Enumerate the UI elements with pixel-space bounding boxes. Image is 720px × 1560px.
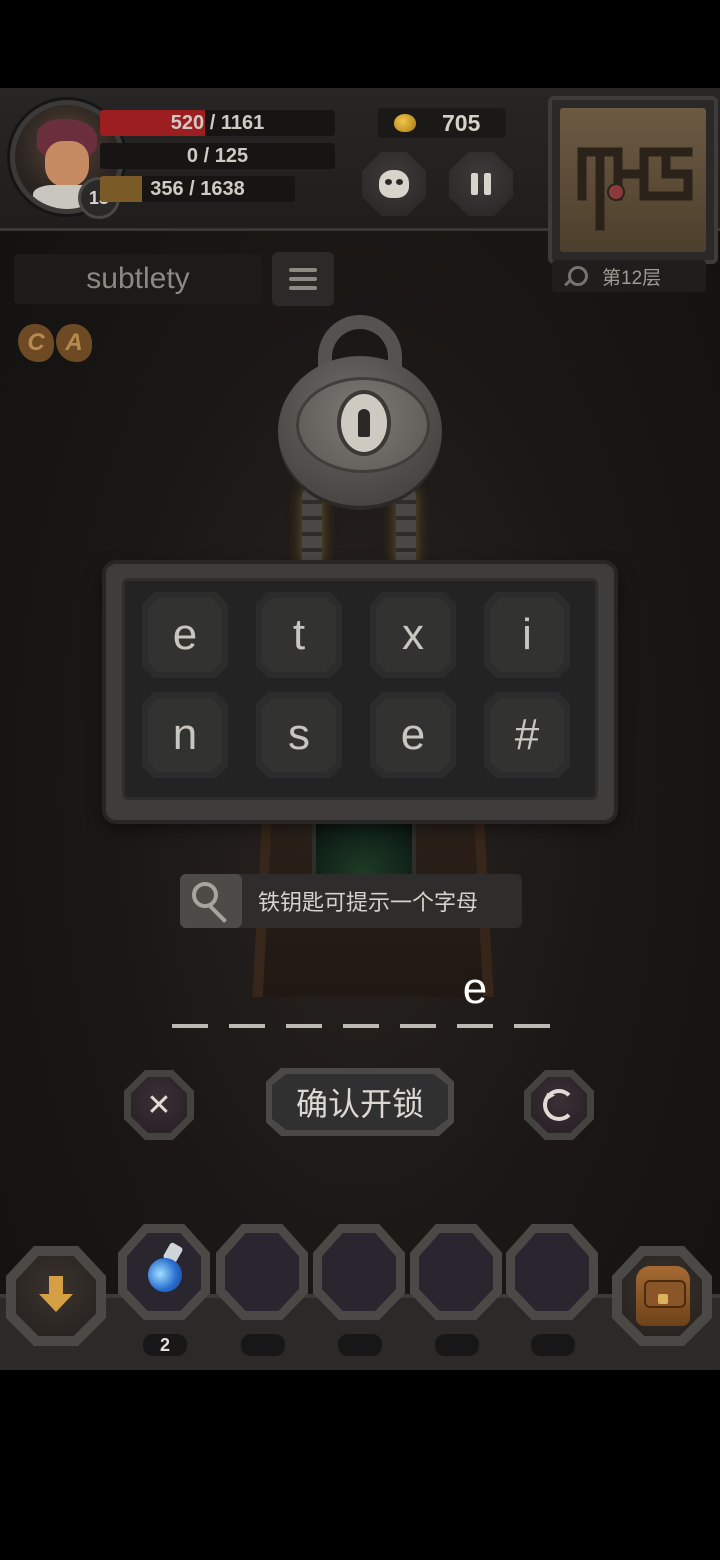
reset-icon — [543, 1089, 575, 1121]
monster-face-icon — [379, 170, 409, 198]
letter-key-label: s — [288, 710, 310, 759]
search-icon — [568, 266, 588, 286]
chain-left — [302, 488, 322, 568]
xp-fill — [100, 176, 143, 202]
potion-icon — [141, 1241, 189, 1299]
letter-key[interactable]: i — [484, 592, 570, 678]
answer-slots: e — [172, 964, 552, 1028]
xp-text: 356 / 1638 — [150, 177, 245, 200]
letter-key-label: t — [292, 610, 306, 659]
key-icon — [192, 882, 218, 908]
confirm-unlock-label: 确认开锁 — [295, 1086, 424, 1122]
answer-slot[interactable] — [172, 968, 208, 1028]
monster-guide-button[interactable] — [362, 152, 426, 216]
letter-key[interactable]: e — [370, 692, 456, 778]
iron-key-button[interactable] — [180, 874, 242, 928]
floor-label: 第12层 — [602, 267, 662, 289]
pause-button[interactable] — [449, 152, 513, 216]
inventory-slot[interactable] — [313, 1224, 405, 1320]
letter-key[interactable]: s — [256, 692, 342, 778]
reset-button[interactable] — [524, 1070, 594, 1140]
token-c: C — [18, 324, 54, 362]
letter-key-label: e — [172, 610, 198, 659]
letter-key[interactable]: x — [370, 592, 456, 678]
chain-right — [396, 488, 416, 568]
letter-board: e t x i n s e # — [106, 564, 614, 820]
game-view: 13 520 / 1161 0 / 125 356 / 1638 705 第12… — [0, 88, 720, 1370]
descend-button[interactable] — [6, 1246, 106, 1346]
minimap-maze — [577, 147, 693, 231]
mp-bar: 0 / 125 — [100, 143, 335, 169]
hp-text: 520 / 1161 — [170, 111, 265, 134]
inventory-slot[interactable] — [410, 1224, 502, 1320]
close-icon: ✕ — [146, 1088, 172, 1122]
floor-indicator[interactable]: 第12层 — [552, 260, 706, 292]
inventory-slot[interactable] — [216, 1224, 308, 1320]
screen: 13 520 / 1161 0 / 125 356 / 1638 705 第12… — [0, 0, 720, 1560]
answer-char: e — [462, 964, 488, 1013]
hint-panel[interactable]: 铁钥匙可提示一个字母 — [180, 874, 522, 928]
inventory-slot[interactable] — [118, 1224, 210, 1320]
mp-text: 0 / 125 — [186, 144, 249, 167]
avatar-face — [45, 141, 89, 187]
answer-slot[interactable] — [229, 968, 265, 1028]
gold-counter: 705 — [378, 108, 506, 138]
letter-key[interactable]: # — [484, 692, 570, 778]
down-arrow-icon — [39, 1276, 73, 1316]
letter-tokens: C A — [18, 324, 92, 362]
inventory-count: 2 — [143, 1334, 187, 1356]
answer-slot[interactable] — [400, 968, 436, 1028]
letter-key-label: n — [172, 710, 198, 759]
word-list-button[interactable] — [272, 252, 334, 306]
inventory-count — [241, 1334, 285, 1356]
answer-slot[interactable]: e — [457, 964, 493, 1028]
letter-key[interactable]: t — [256, 592, 342, 678]
letter-key-label: x — [402, 610, 424, 659]
letter-key[interactable]: e — [142, 592, 228, 678]
pause-icon — [471, 173, 491, 195]
letter-key-label: e — [400, 710, 426, 759]
hint-text: 铁钥匙可提示一个字母 — [258, 890, 479, 915]
gold-coin-icon — [394, 114, 416, 132]
inventory-count — [531, 1334, 575, 1356]
word-label: subtlety — [14, 254, 262, 304]
answer-slot[interactable] — [343, 968, 379, 1028]
answer-slot[interactable] — [514, 968, 550, 1028]
backpack-button[interactable] — [612, 1246, 712, 1346]
inventory-count — [435, 1334, 479, 1356]
keyhole-icon — [337, 390, 391, 456]
xp-bar: 356 / 1638 — [100, 176, 295, 202]
answer-slot[interactable] — [286, 968, 322, 1028]
letter-key-label: # — [514, 710, 540, 759]
inventory-count — [338, 1334, 382, 1356]
confirm-unlock-button[interactable]: 确认开锁 — [266, 1068, 454, 1136]
inventory-slot[interactable] — [506, 1224, 598, 1320]
list-icon — [289, 268, 317, 272]
clear-button[interactable]: ✕ — [124, 1070, 194, 1140]
hp-bar: 520 / 1161 — [100, 110, 335, 136]
letter-key-label: i — [522, 610, 532, 659]
gold-amount: 705 — [442, 109, 481, 136]
minimap[interactable] — [548, 96, 718, 264]
letter-key[interactable]: n — [142, 692, 228, 778]
token-a: A — [56, 324, 92, 362]
backpack-icon — [636, 1266, 690, 1326]
